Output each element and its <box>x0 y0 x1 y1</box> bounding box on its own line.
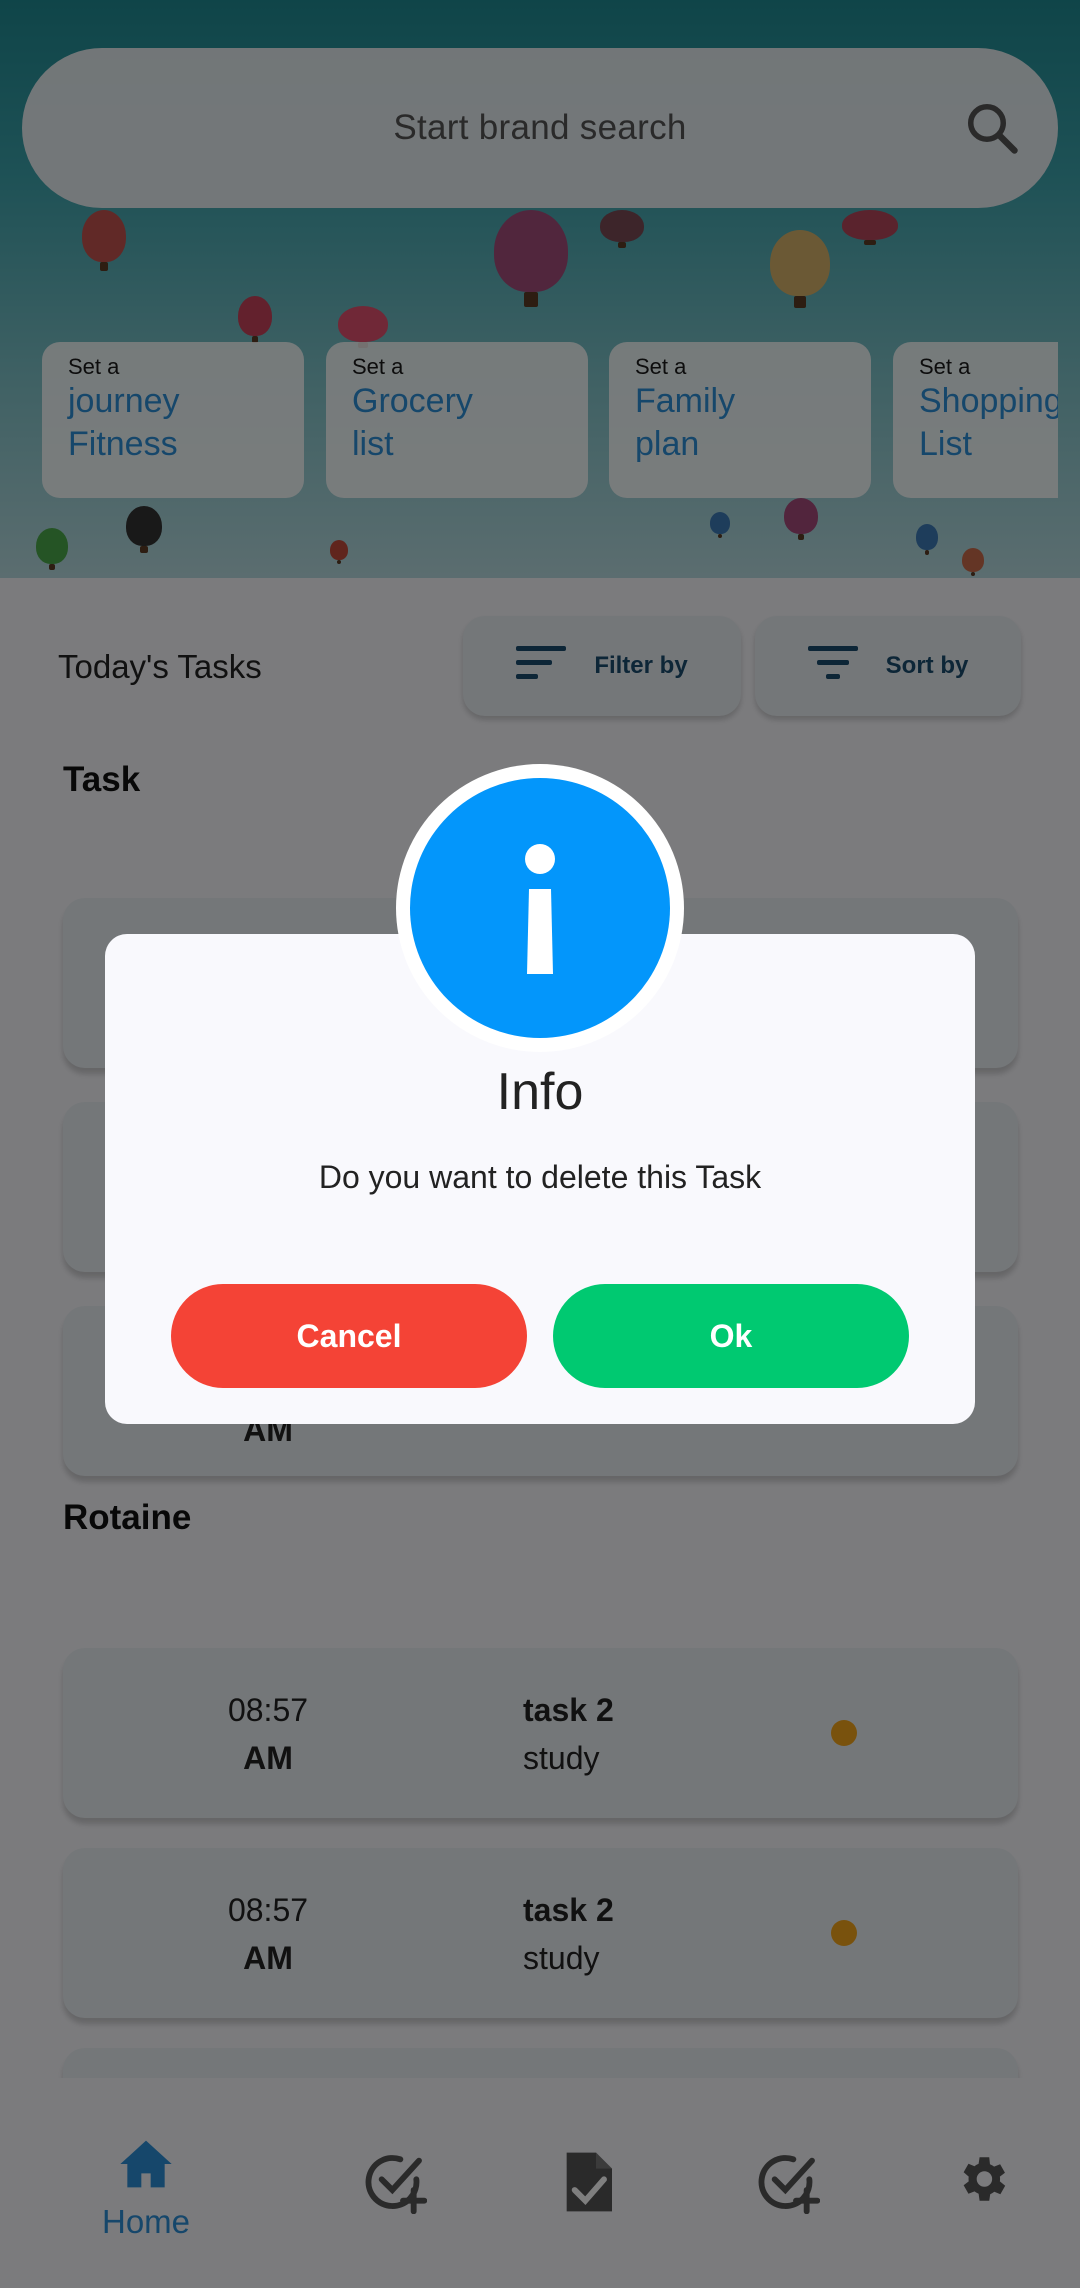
cancel-button[interactable]: Cancel <box>171 1284 527 1388</box>
dialog-message: Do you want to delete this Task <box>318 1159 762 1195</box>
dialog-title: Info <box>496 1063 584 1121</box>
info-badge <box>396 764 684 1052</box>
info-icon <box>410 778 670 1038</box>
ok-button[interactable]: Ok <box>553 1284 909 1388</box>
